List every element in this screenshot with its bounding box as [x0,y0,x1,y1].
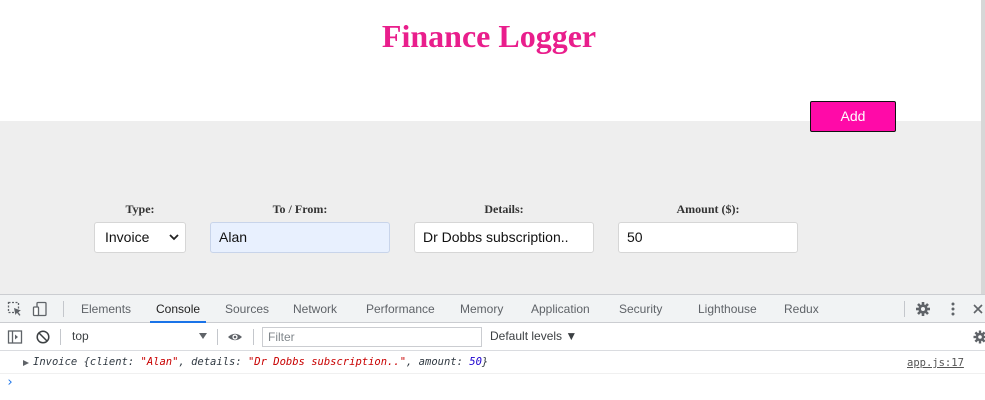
toolbar-divider [253,329,254,345]
clear-console-icon[interactable] [35,329,51,345]
close-icon[interactable] [971,301,985,317]
tab-network[interactable]: Network [293,295,337,323]
tofrom-input[interactable]: Alan [210,222,390,253]
toolbar-divider [217,329,218,345]
type-select-value: Invoice [105,229,150,245]
page-scrollbar[interactable] [981,0,985,294]
details-label: Details: [484,202,524,216]
amount-label: Amount ($): [676,202,740,216]
filter-input[interactable]: Filter [262,327,482,347]
settings-gear-icon[interactable] [915,301,931,317]
toolbar-divider [63,301,64,317]
amount-input[interactable]: 50 [618,222,798,253]
finance-form: Type: Invoice To / From: Alan Details: D… [0,121,985,294]
toolbar-divider [904,301,905,317]
tab-performance[interactable]: Performance [366,295,435,323]
inspect-element-icon[interactable] [7,301,23,317]
console-toolbar: top Filter Default levels ▼ [0,323,985,351]
details-input[interactable]: Dr Dobbs subscription.. [414,222,594,253]
kebab-menu-icon[interactable] [945,301,961,317]
devtools-panel: Elements Console Sources Network Perform… [0,294,985,400]
tab-elements[interactable]: Elements [81,295,131,323]
console-log-row[interactable]: Invoice {client: "Alan", details: "Dr Do… [0,352,985,374]
log-key: , amount: [406,356,470,368]
caret-down-icon [199,333,207,339]
console-prompt[interactable]: › [6,375,14,390]
tab-security[interactable]: Security [619,295,662,323]
log-levels-dropdown[interactable]: Default levels ▼ [490,323,577,350]
page-title: Finance Logger [381,18,597,54]
log-key: client: [89,356,141,368]
tofrom-label: To / From: [272,202,328,216]
tab-redux[interactable]: Redux [784,295,819,323]
console-log-message[interactable]: Invoice {client: "Alan", details: "Dr Do… [33,356,488,368]
log-key: , details: [178,356,248,368]
tab-console[interactable]: Console [150,295,207,323]
devtools-tabbar: Elements Console Sources Network Perform… [0,295,985,323]
log-string-value: "Alan" [140,356,179,368]
add-button[interactable]: Add [810,101,896,132]
expand-triangle-icon[interactable] [23,360,29,366]
source-link[interactable]: app.js:17 [907,357,964,369]
chevron-down-icon [169,234,179,241]
tab-lighthouse[interactable]: Lighthouse [698,295,757,323]
tab-sources[interactable]: Sources [225,295,269,323]
log-string-value: "Dr Dobbs subscription.." [247,356,407,368]
log-number-value: 50 [469,356,482,368]
device-toggle-icon[interactable] [32,301,48,317]
toolbar-divider [60,329,61,345]
context-select[interactable]: top [72,323,89,350]
tab-memory[interactable]: Memory [460,295,503,323]
eye-icon[interactable] [227,329,243,345]
log-brace: } [481,356,489,368]
type-label: Type: [125,202,155,216]
sidebar-toggle-icon[interactable] [7,329,23,345]
log-class-name: Invoice [33,356,78,368]
tab-application[interactable]: Application [531,295,590,323]
type-select[interactable]: Invoice [94,222,186,253]
console-settings-icon[interactable] [972,329,985,345]
